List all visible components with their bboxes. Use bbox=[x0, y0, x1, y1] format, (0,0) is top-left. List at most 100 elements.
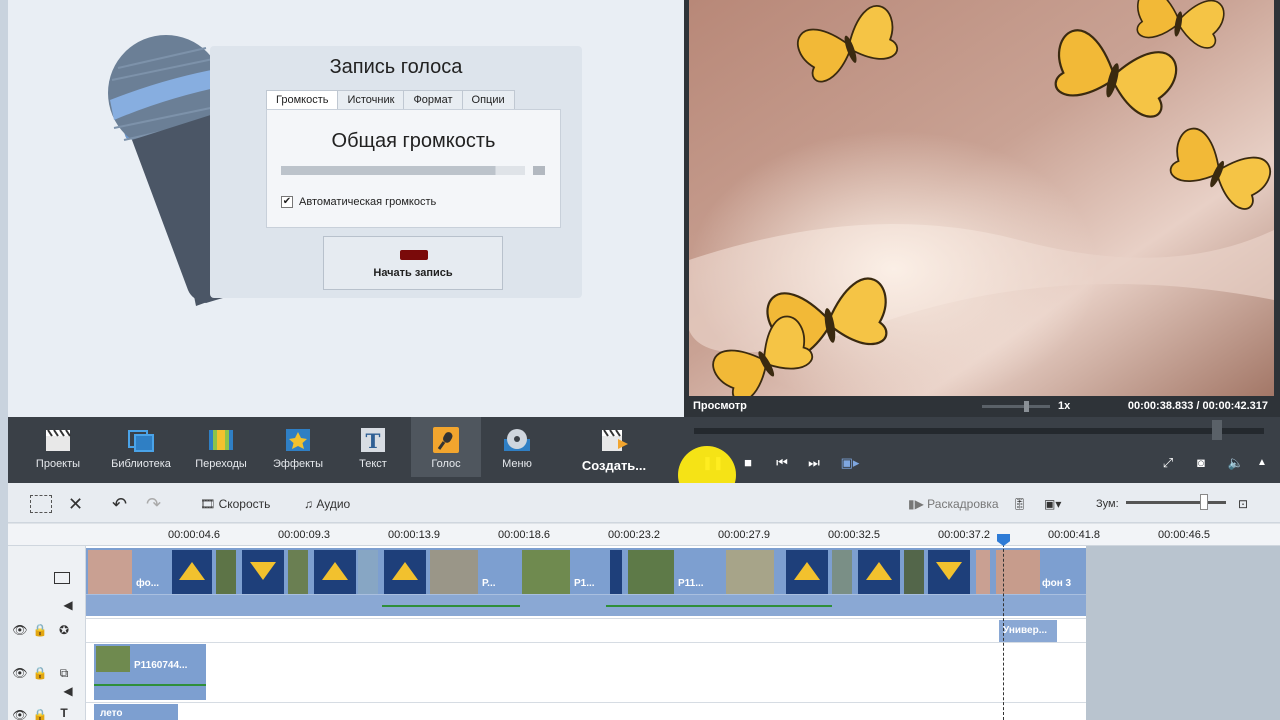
snapshot-camera-icon[interactable]: ◙ bbox=[1191, 455, 1211, 471]
speed-label: Скорость bbox=[218, 497, 271, 511]
effects-track-icon: ✪ bbox=[58, 623, 70, 637]
gain-title: Общая громкость bbox=[331, 130, 496, 152]
preview-panel: Просмотр 1x 00:00:38.833 / 00:00:42.317 bbox=[684, 0, 1280, 417]
previous-frame-button[interactable]: ⏮ bbox=[772, 455, 792, 471]
auto-gain-checkbox[interactable]: ✔ bbox=[281, 196, 293, 208]
transition-thumbnail[interactable] bbox=[314, 550, 356, 594]
display-mode-icon[interactable]: ▣▾ bbox=[1044, 493, 1061, 515]
playback-speed[interactable]: 1x bbox=[1058, 400, 1070, 412]
fit-timeline-icon[interactable]: ⊡ bbox=[1238, 493, 1248, 515]
start-record-label: Начать запись bbox=[373, 267, 453, 279]
transition-thumbnail[interactable] bbox=[610, 550, 622, 594]
audio-mixer-icon[interactable]: 🎚 bbox=[1012, 493, 1027, 515]
preview-status-bar: Просмотр 1x 00:00:38.833 / 00:00:42.317 bbox=[684, 396, 1280, 417]
toolbar-menu[interactable]: Меню bbox=[482, 417, 552, 477]
clip-thumbnail[interactable] bbox=[358, 550, 378, 594]
auto-gain-checkbox-row[interactable]: ✔ Автоматическая громкость bbox=[281, 196, 436, 208]
transition-thumbnail[interactable] bbox=[384, 550, 426, 594]
delete-icon[interactable]: ✕ bbox=[68, 493, 83, 515]
text-effect-clip[interactable]: Универ... bbox=[999, 620, 1057, 642]
eye-icon[interactable]: 👁 bbox=[12, 708, 28, 720]
overlay-audio-mute-icon[interactable]: ◀ bbox=[60, 684, 76, 698]
overlay-clip[interactable]: P1160744... bbox=[94, 644, 206, 700]
gain-slider-handle[interactable] bbox=[533, 166, 545, 175]
text-t-icon: T bbox=[361, 428, 385, 453]
gain-slider[interactable] bbox=[281, 166, 525, 175]
redo-icon[interactable]: ↷ bbox=[146, 493, 161, 515]
volume-dropdown-icon[interactable]: ▲ bbox=[1252, 455, 1272, 471]
left-edge bbox=[0, 0, 8, 720]
tab-volume[interactable]: Громкость bbox=[266, 90, 339, 110]
zoom-slider-track[interactable] bbox=[1126, 501, 1226, 504]
effects-star-icon bbox=[286, 429, 310, 451]
stop-button[interactable]: ■ bbox=[738, 455, 758, 471]
storyboard-button[interactable]: ▮▶ Раскадровка bbox=[908, 493, 999, 515]
start-record-button[interactable]: Начать запись bbox=[323, 236, 503, 290]
video-audio-mute-icon[interactable]: ◀ bbox=[60, 598, 76, 612]
transition-thumbnail[interactable] bbox=[786, 550, 828, 594]
clip-thumbnail[interactable] bbox=[832, 550, 852, 594]
clip-thumbnail[interactable] bbox=[216, 550, 236, 594]
timeline-toolbar: ✕ ↶ ↷ 🎞 Скорость ♫ Аудио ▮▶ Раскадровка … bbox=[8, 483, 1280, 523]
transition-thumbnail[interactable] bbox=[242, 550, 284, 594]
fullscreen-icon[interactable]: ⤢ bbox=[1158, 455, 1178, 471]
zoom-slider-handle[interactable] bbox=[1200, 494, 1208, 510]
transition-thumbnail[interactable] bbox=[928, 550, 970, 594]
transition-thumbnail[interactable] bbox=[172, 550, 212, 594]
eye-icon[interactable]: 👁 bbox=[12, 666, 28, 680]
preview-progress-handle[interactable] bbox=[1212, 420, 1222, 440]
speed-film-icon: 🎞 bbox=[200, 497, 219, 511]
preview-video-frame[interactable] bbox=[689, 0, 1274, 396]
ruler-label: 00:00:32.5 bbox=[828, 529, 880, 541]
audio-button[interactable]: ♫ Аудио bbox=[304, 493, 350, 515]
ruler-label: 00:00:13.9 bbox=[388, 529, 440, 541]
undo-icon[interactable]: ↶ bbox=[112, 493, 127, 515]
preview-volume-handle[interactable] bbox=[1024, 401, 1029, 412]
tab-source[interactable]: Источник bbox=[337, 90, 405, 110]
preview-progress-track[interactable] bbox=[694, 428, 1264, 434]
clip-thumbnail[interactable] bbox=[522, 550, 570, 594]
clip-thumbnail[interactable] bbox=[430, 550, 478, 594]
toolbar-transitions-label: Переходы bbox=[195, 458, 247, 470]
microphone-icon bbox=[433, 427, 459, 453]
lock-icon[interactable]: 🔒 bbox=[32, 666, 48, 680]
eye-icon[interactable]: 👁 bbox=[12, 623, 28, 637]
preview-label: Просмотр bbox=[693, 400, 747, 412]
speed-button[interactable]: 🎞 Скорость bbox=[200, 493, 270, 515]
preview-volume-track[interactable] bbox=[982, 405, 1050, 408]
toolbar-transitions[interactable]: Переходы bbox=[186, 417, 256, 477]
overlay-clip-thumbnail bbox=[96, 646, 130, 672]
timeline-ruler[interactable]: 00:00:04.6 00:00:09.3 00:00:13.9 00:00:1… bbox=[8, 524, 1280, 546]
clip-thumbnail[interactable] bbox=[88, 550, 132, 594]
transition-thumbnail[interactable] bbox=[858, 550, 900, 594]
text-track-icon: T bbox=[60, 706, 68, 720]
toolbar-create[interactable]: Создать... bbox=[574, 417, 654, 477]
lock-icon[interactable]: 🔒 bbox=[32, 623, 48, 637]
lock-icon[interactable]: 🔒 bbox=[32, 708, 48, 720]
toolbar-projects[interactable]: Проекты bbox=[23, 417, 93, 477]
next-frame-button[interactable]: ⏭ bbox=[804, 455, 824, 471]
ruler-label: 00:00:37.2 bbox=[938, 529, 990, 541]
play-selection-button[interactable]: ▣▸ bbox=[840, 455, 860, 471]
volume-icon[interactable]: 🔈 bbox=[1226, 455, 1246, 471]
clip-thumbnail[interactable] bbox=[726, 550, 774, 594]
toolbar-library-label: Библиотека bbox=[111, 458, 171, 470]
toolbar-library[interactable]: Библиотека bbox=[106, 417, 176, 477]
toolbar-effects[interactable]: Эффекты bbox=[263, 417, 333, 477]
video-audio-lane bbox=[86, 594, 1086, 616]
toolbar-text[interactable]: T Текст bbox=[338, 417, 408, 477]
tab-options[interactable]: Опции bbox=[461, 90, 515, 110]
create-clapper-icon bbox=[602, 429, 628, 451]
split-clip-icon[interactable] bbox=[30, 495, 52, 513]
clip-thumbnail[interactable] bbox=[904, 550, 924, 594]
toolbar-voice[interactable]: Голос bbox=[411, 417, 481, 477]
clip-thumbnail[interactable] bbox=[288, 550, 308, 594]
playhead-line bbox=[1003, 534, 1004, 720]
clip-thumbnail[interactable] bbox=[628, 550, 674, 594]
clapperboard-icon bbox=[46, 429, 71, 451]
volume-tab-content: Общая громкость ✔ Автоматическая громкос… bbox=[266, 109, 561, 228]
title-clip[interactable]: лето bbox=[94, 704, 178, 720]
clip-thumbnail[interactable] bbox=[976, 550, 990, 594]
tab-format[interactable]: Формат bbox=[403, 90, 463, 110]
record-indicator bbox=[400, 250, 428, 260]
